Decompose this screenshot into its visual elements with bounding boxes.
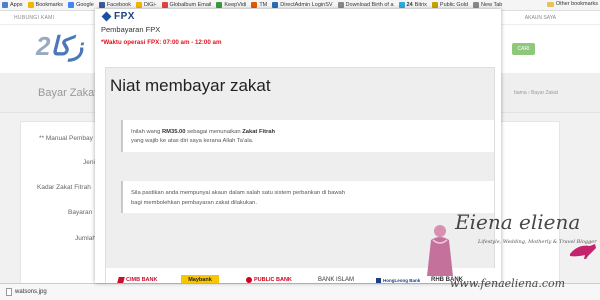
bookmark-8[interactable]: DirectAdmin LoginSV: [272, 2, 333, 8]
bank-rhb[interactable]: RHB BANK: [431, 273, 463, 283]
bookmark-label: DirectAdmin LoginSV: [280, 2, 333, 8]
fpx-logo: FPX: [101, 11, 135, 22]
bank-maybank-label: Maybank: [188, 276, 212, 283]
manual-label: ** Manual Pembay: [39, 135, 93, 142]
niat-statement: Inilah wang RM35.00 sebagai menunaikan Z…: [121, 120, 494, 152]
logo-suffix: 2: [36, 31, 52, 61]
niat-middle: sebagai menunaikan: [185, 129, 243, 135]
bank-list: CIMB BANK Maybank PUBLIC BANK BANK ISLAM…: [106, 268, 496, 283]
hongleong-icon: [376, 277, 381, 283]
fpx-diamond-icon: [101, 11, 112, 22]
file-icon: [6, 288, 12, 296]
jenis-label: Jeni: [83, 159, 95, 166]
bank-hongleong-label: HongLeong Bank: [383, 277, 421, 283]
bank-notice-line1: Sila pastikan anda mempunyai akaun dalam…: [131, 190, 345, 196]
publicbank-icon: [246, 277, 252, 283]
bookmark-0[interactable]: Apps: [2, 2, 23, 8]
other-bookmarks-label: Other bookmarks: [555, 1, 598, 7]
bookmark-label: DiGi-: [143, 2, 157, 8]
bank-notice-text: Sila pastikan anda mempunyai akaun dalam…: [131, 188, 481, 208]
bookmark-9[interactable]: Download Birth of a: [337, 2, 394, 8]
bank-notice-line2: bagi membolehkan pembayaran zakat dilaku…: [131, 200, 257, 206]
bank-cimb[interactable]: CIMB BANK: [117, 273, 158, 283]
search-button[interactable]: CARI: [512, 43, 535, 55]
bookmark-label: Public Gold: [439, 2, 469, 8]
page-icon: [337, 2, 344, 8]
folder-icon: [546, 1, 554, 7]
bookmark-label: KeepVidi: [224, 2, 247, 8]
fpx-payment-modal: FPX Pembayaran FPX *Waktu operasi FPX: 0…: [95, 9, 501, 283]
zakat-amount: RM35.00: [161, 129, 186, 135]
jumlah-label: Jumlah: [75, 235, 96, 242]
bookmark-11[interactable]: Public Gold: [431, 2, 469, 8]
niat-suffix: yang wajib ke atas diri saya kerana Alla…: [131, 138, 254, 144]
directadmin-icon: [272, 2, 279, 8]
bank-maybank[interactable]: Maybank: [181, 275, 219, 283]
high-heel-icon: [570, 244, 596, 259]
other-bookmarks[interactable]: Other bookmarks: [543, 1, 598, 7]
download-bar: watsons.jpg: [0, 283, 600, 300]
logo-text: زكا: [50, 31, 84, 61]
bookmark-4[interactable]: DiGi-: [135, 2, 157, 8]
publicgold-icon: [431, 2, 438, 8]
niat-prefix: Inilah wang: [131, 129, 162, 135]
niat-text: Inilah wang RM35.00 sebagai menunaikan Z…: [131, 128, 481, 146]
facebook-icon: [98, 2, 105, 8]
bookmark-label: Facebook: [106, 2, 131, 8]
bookmark-1[interactable]: Bookmarks: [27, 2, 64, 8]
bookmark-12[interactable]: New Tab: [473, 2, 502, 8]
bookmark-label: Google: [76, 2, 94, 8]
bookmark-label: Download Birth of a: [345, 2, 394, 8]
breadcrumb: bama › Bayar Zakat: [514, 90, 558, 96]
bookmark-label: Apps: [10, 2, 23, 8]
page-icon: [473, 2, 480, 8]
account-link[interactable]: AKAUN SAYA: [525, 15, 556, 21]
bank-rhb-label: RHB BANK: [431, 277, 463, 283]
kadar-label: Kadar Zakat Fitrah: [37, 184, 91, 191]
zakat-type: Zakat Fitrah: [242, 129, 276, 135]
bookmark-10[interactable]: 24 Bitrix: [398, 2, 427, 8]
bookmark-label: TM: [259, 2, 268, 8]
bank-cimb-label: CIMB BANK: [126, 277, 158, 283]
page-title: Bayar Zakat: [38, 87, 98, 99]
google-icon: [68, 2, 75, 8]
bookmark-5[interactable]: Globalbum Email: [161, 2, 212, 8]
cimb-icon: [117, 277, 125, 283]
bitrix-icon: [398, 2, 405, 8]
bookmark-label: Globalbum Email: [169, 2, 212, 8]
star-icon: [27, 2, 34, 8]
download-filename[interactable]: watsons.jpg: [15, 289, 47, 295]
niat-heading: Niat membayar zakat: [110, 76, 271, 95]
bookmark-2[interactable]: Google: [68, 2, 94, 8]
bookmark-label: Bitrix: [414, 2, 427, 8]
bitrix-prefix: 24: [406, 2, 413, 8]
operating-hours-warning: *Waktu operasi FPX: 07:00 am - 12:00 am: [101, 39, 222, 46]
bookmark-7[interactable]: TM: [251, 2, 267, 8]
niat-section: Niat membayar zakat Inilah wang RM35.00 …: [105, 67, 496, 283]
bookmark-label: New Tab: [481, 2, 503, 8]
contact-link[interactable]: HUBUNGI KAMI: [14, 15, 54, 21]
modal-title: Pembayaran FPX: [101, 25, 161, 34]
keepvid-icon: [216, 2, 223, 8]
mail-icon: [161, 2, 168, 8]
bank-public-label: PUBLIC BANK: [254, 277, 292, 283]
bank-islam-label: BANK ISLAM: [318, 277, 355, 283]
bookmark-6[interactable]: KeepVidi: [216, 2, 246, 8]
apps-grid-icon: [2, 2, 8, 8]
bookmark-label: Bookmarks: [35, 2, 64, 8]
bank-public[interactable]: PUBLIC BANK: [246, 273, 292, 283]
bayaran-label: Bayaran: [68, 209, 93, 216]
tm-icon: [251, 2, 258, 8]
bookmark-3[interactable]: Facebook: [98, 2, 131, 8]
bank-notice: Sila pastikan anda mempunyai akaun dalam…: [121, 181, 494, 213]
fpx-brand: FPX: [114, 11, 135, 22]
bank-hongleong[interactable]: HongLeong Bank: [376, 273, 420, 283]
site-logo[interactable]: زكا2: [36, 31, 84, 62]
digi-icon: [135, 2, 142, 8]
bank-islam[interactable]: BANK ISLAM: [318, 273, 354, 283]
